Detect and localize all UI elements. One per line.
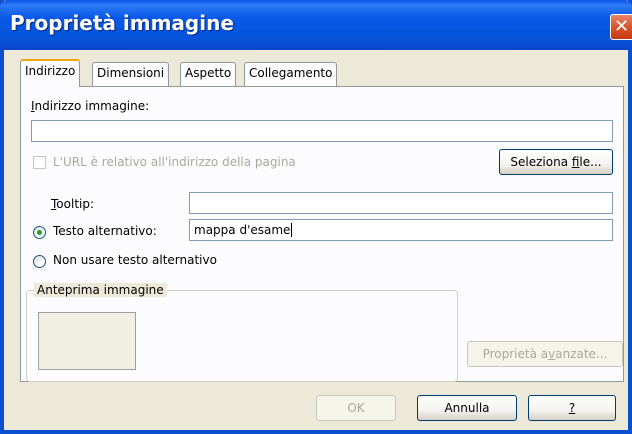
address-label: Indirizzo immagine: <box>31 99 150 113</box>
image-address-input[interactable] <box>31 120 613 142</box>
tab-aspetto[interactable]: Aspetto <box>180 62 237 86</box>
close-button[interactable]: ✕ <box>610 14 632 40</box>
cancel-button[interactable]: Annulla <box>417 395 517 421</box>
alt-text-label: Testo alternativo: <box>53 224 157 238</box>
tab-label: Aspetto <box>185 66 232 80</box>
dialog-window: Proprietà immagine ✕ Indirizzo Dimension… <box>0 0 632 434</box>
tab-indirizzo[interactable]: Indirizzo <box>20 59 81 87</box>
tooltip-input[interactable] <box>189 192 613 214</box>
ok-button[interactable]: OK <box>316 395 396 421</box>
help-button[interactable]: ? <box>528 395 616 421</box>
tab-label: Indirizzo <box>25 64 76 78</box>
relative-url-checkbox[interactable] <box>33 156 46 169</box>
tooltip-label: Tooltip: <box>51 197 95 211</box>
text-caret <box>291 223 293 237</box>
relative-url-label: L'URL è relativo all'indirizzo della pag… <box>53 155 296 169</box>
alt-text-input[interactable]: mappa d'esame <box>189 219 613 241</box>
radio-selected-dot <box>37 230 42 235</box>
alt-text-value: mappa d'esame <box>194 223 291 237</box>
tab-collegamento[interactable]: Collegamento <box>244 62 338 86</box>
choose-file-button[interactable]: Seleziona file... <box>499 149 613 175</box>
no-alt-text-label: Non usare testo alternativo <box>53 253 217 267</box>
tab-dimensioni[interactable]: Dimensioni <box>92 62 170 86</box>
preview-group-title: Anteprima immagine <box>34 283 167 297</box>
window-title: Proprietà immagine <box>10 11 234 35</box>
title-bar[interactable]: Proprietà immagine ✕ <box>0 0 632 50</box>
tab-label: Collegamento <box>249 66 333 80</box>
alt-text-radio[interactable] <box>33 226 46 239</box>
tab-label: Dimensioni <box>97 66 165 80</box>
advanced-properties-button[interactable]: Proprietà avanzate... <box>467 341 623 367</box>
no-alt-text-radio[interactable] <box>33 255 46 268</box>
close-icon: ✕ <box>613 16 630 37</box>
image-preview-area <box>38 312 136 370</box>
